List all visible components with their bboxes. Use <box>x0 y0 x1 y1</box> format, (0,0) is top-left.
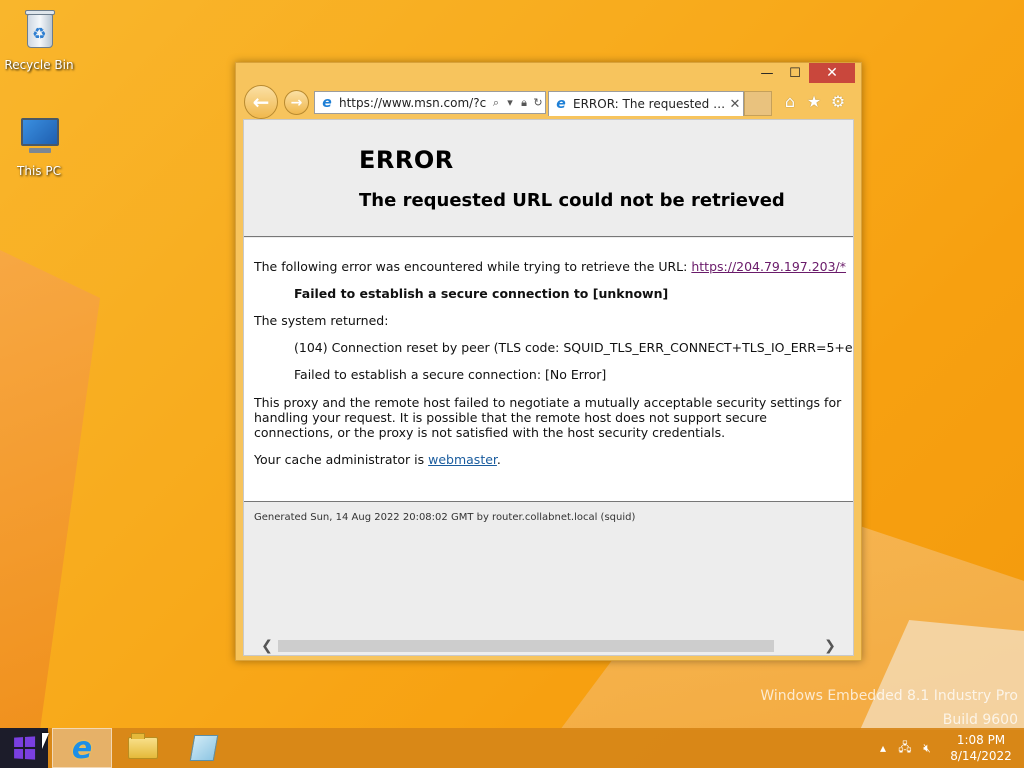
address-text[interactable]: https://www.msn.com/?c <box>339 96 489 110</box>
taskbar-file-explorer[interactable] <box>113 728 173 768</box>
generated-footer: Generated Sun, 14 Aug 2022 20:08:02 GMT … <box>254 512 636 523</box>
close-button[interactable]: ✕ <box>809 63 855 83</box>
tab-close-icon[interactable]: ✕ <box>727 97 743 112</box>
footer-divider <box>244 501 853 502</box>
scroll-right-icon[interactable]: ❯ <box>821 637 839 655</box>
error-reason: Failed to establish a secure connection … <box>294 286 669 301</box>
taskbar-app[interactable] <box>174 728 234 768</box>
windows-watermark: Windows Embedded 8.1 Industry Pro Build … <box>760 684 1018 732</box>
system-tray: ▴ 🖧 🔇︎ 1:08 PM 8/14/2022 <box>872 728 1024 768</box>
home-icon[interactable]: ⌂ <box>778 91 802 113</box>
error-intro: The following error was encountered whil… <box>254 259 692 274</box>
scroll-thumb[interactable] <box>278 640 774 652</box>
windows-logo-icon <box>14 736 36 760</box>
clock-date: 8/14/2022 <box>950 749 1012 763</box>
address-bar[interactable]: e https://www.msn.com/?c ⌕ ▾ 🔒︎ ↻ <box>314 91 546 114</box>
system-returned-label: The system returned: <box>254 313 389 328</box>
error-title: ERROR <box>359 146 454 174</box>
error-header: ERROR The requested URL could not be ret… <box>244 120 853 237</box>
error-intro-line: The following error was encountered whil… <box>254 259 846 274</box>
horizontal-scrollbar[interactable]: ❮ ❯ <box>244 637 853 655</box>
taskbar-clock[interactable]: 1:08 PM 8/14/2022 <box>938 732 1024 764</box>
navigation-bar: ← → e https://www.msn.com/?c ⌕ ▾ 🔒︎ ↻ e … <box>244 85 855 119</box>
mouse-cursor <box>42 733 49 749</box>
admin-suffix: . <box>496 452 501 467</box>
computer-icon <box>15 112 63 160</box>
network-icon[interactable]: 🖧 <box>894 738 916 759</box>
tab-title: ERROR: The requested URL... <box>573 97 727 111</box>
watermark-edition: Windows Embedded 8.1 Industry Pro <box>760 688 1018 704</box>
folder-icon <box>128 733 158 759</box>
browser-tab[interactable]: e ERROR: The requested URL... ✕ <box>548 91 744 116</box>
taskbar-internet-explorer[interactable]: e <box>52 728 112 768</box>
new-tab-button[interactable] <box>744 91 772 116</box>
settings-gear-icon[interactable]: ⚙ <box>826 91 850 113</box>
start-button[interactable] <box>0 728 48 768</box>
error-code-line: (104) Connection reset by peer (TLS code… <box>294 340 853 355</box>
page-viewport: ERROR The requested URL could not be ret… <box>243 119 854 656</box>
ie-logo-icon: e <box>322 94 332 111</box>
dropdown-icon[interactable]: ▾ <box>503 96 517 109</box>
error-subtitle: The requested URL could not be retrieved <box>359 190 785 211</box>
recycle-bin-icon: ♻ <box>15 6 63 54</box>
maximize-button[interactable]: ☐ <box>781 63 809 83</box>
error-body: The following error was encountered whil… <box>244 238 853 501</box>
minimize-button[interactable]: — <box>753 63 781 83</box>
no-error-line: Failed to establish a secure connection:… <box>294 367 607 382</box>
failed-url-link[interactable]: https://204.79.197.203/* <box>691 259 846 274</box>
scroll-left-icon[interactable]: ❮ <box>258 637 276 655</box>
refresh-icon[interactable]: ↻ <box>531 96 545 109</box>
error-explanation: This proxy and the remote host failed to… <box>254 395 842 440</box>
admin-prefix: Your cache administrator is <box>254 452 429 467</box>
arrow-right-icon: → <box>290 94 303 111</box>
back-button[interactable]: ← <box>244 85 278 119</box>
notepad-icon <box>189 735 219 761</box>
clock-time: 1:08 PM <box>956 733 1006 747</box>
search-icon[interactable]: ⌕ <box>489 96 503 110</box>
internet-explorer-icon: e <box>71 730 93 766</box>
browser-window: — ☐ ✕ ← → e https://www.msn.com/?c ⌕ ▾ 🔒… <box>235 62 862 661</box>
taskbar: e ▴ 🖧 🔇︎ 1:08 PM 8/14/2022 <box>0 728 1024 768</box>
wallpaper-shape <box>0 250 100 730</box>
arrow-left-icon: ← <box>252 90 270 114</box>
window-controls: — ☐ ✕ <box>753 63 855 83</box>
desktop-icon-this-pc[interactable]: This PC <box>1 112 77 178</box>
browser-tools: ⌂ ★ ⚙ <box>778 91 850 113</box>
desktop-icon-recycle-bin[interactable]: ♻ Recycle Bin <box>1 6 77 72</box>
favorites-star-icon[interactable]: ★ <box>802 91 826 113</box>
volume-muted-icon[interactable]: 🔇︎ <box>916 741 938 756</box>
lock-icon[interactable]: 🔒︎ <box>517 96 531 110</box>
desktop-icon-label: This PC <box>17 164 61 178</box>
ie-logo-icon: e <box>556 96 566 112</box>
desktop-icon-label: Recycle Bin <box>4 58 74 72</box>
show-hidden-icons-icon[interactable]: ▴ <box>872 741 894 755</box>
webmaster-link[interactable]: webmaster <box>428 452 497 467</box>
admin-line: Your cache administrator is webmaster. <box>254 453 843 467</box>
forward-button[interactable]: → <box>284 90 309 115</box>
